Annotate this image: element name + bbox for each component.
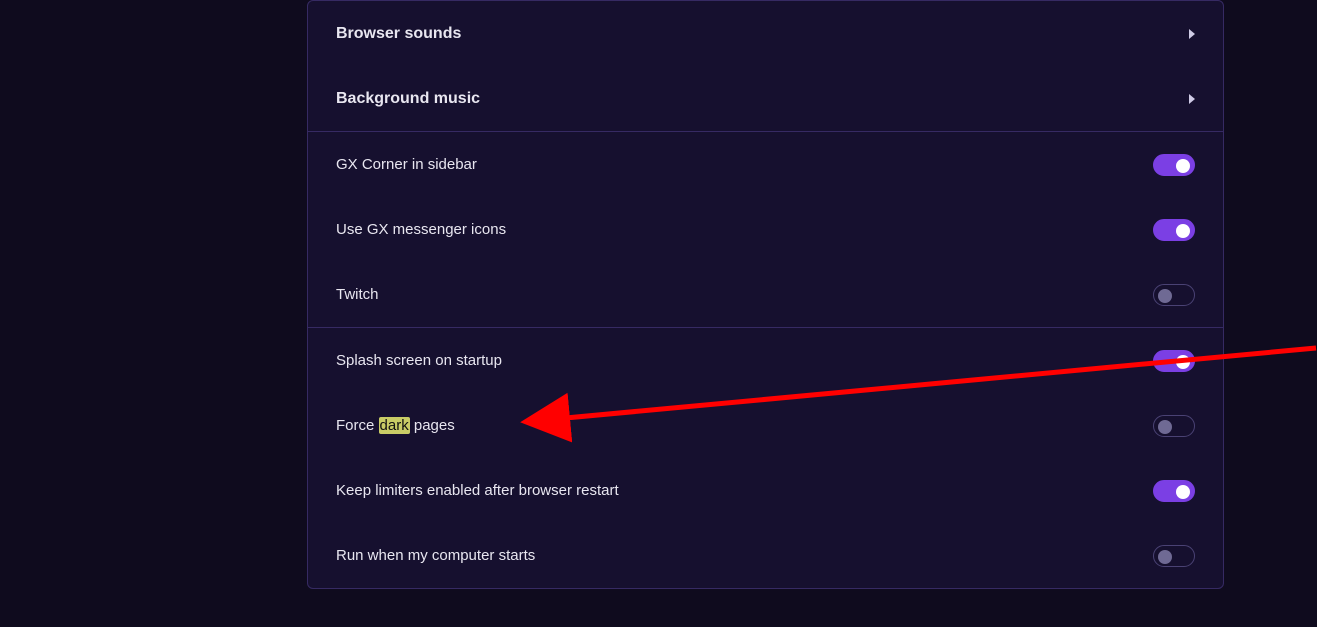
- setting-label: Run when my computer starts: [336, 547, 1153, 564]
- toggle-splash[interactable]: [1153, 350, 1195, 372]
- setting-label-force-dark: Force dark pages: [336, 417, 1153, 434]
- expander-browser-sounds[interactable]: Browser sounds: [308, 1, 1223, 66]
- toggle-gx-corner[interactable]: [1153, 154, 1195, 176]
- setting-row-gx-messenger: Use GX messenger icons: [308, 197, 1223, 262]
- setting-label: Use GX messenger icons: [336, 221, 1153, 238]
- toggle-limiters[interactable]: [1153, 480, 1195, 502]
- settings-panel: Browser sounds Background music GX Corne…: [307, 0, 1224, 589]
- setting-label: GX Corner in sidebar: [336, 156, 1153, 173]
- expander-label: Browser sounds: [336, 25, 1189, 43]
- setting-row-limiters: Keep limiters enabled after browser rest…: [308, 458, 1223, 523]
- chevron-right-icon: [1189, 94, 1195, 104]
- toggle-gx-messenger[interactable]: [1153, 219, 1195, 241]
- toggle-force-dark[interactable]: [1153, 415, 1195, 437]
- expander-background-music[interactable]: Background music: [308, 66, 1223, 131]
- toggle-run-startup[interactable]: [1153, 545, 1195, 567]
- setting-row-twitch: Twitch: [308, 262, 1223, 327]
- setting-row-gx-corner: GX Corner in sidebar: [308, 132, 1223, 197]
- label-pre: Force: [336, 417, 379, 434]
- toggle-twitch[interactable]: [1153, 284, 1195, 306]
- setting-row-splash: Splash screen on startup: [308, 328, 1223, 393]
- setting-label: Twitch: [336, 286, 1153, 303]
- setting-label: Splash screen on startup: [336, 352, 1153, 369]
- expander-label: Background music: [336, 90, 1189, 108]
- highlight-dark: dark: [379, 417, 410, 434]
- setting-label: Keep limiters enabled after browser rest…: [336, 482, 1153, 499]
- setting-row-run-startup: Run when my computer starts: [308, 523, 1223, 588]
- label-post: pages: [410, 417, 455, 434]
- setting-row-force-dark: Force dark pages: [308, 393, 1223, 458]
- chevron-right-icon: [1189, 29, 1195, 39]
